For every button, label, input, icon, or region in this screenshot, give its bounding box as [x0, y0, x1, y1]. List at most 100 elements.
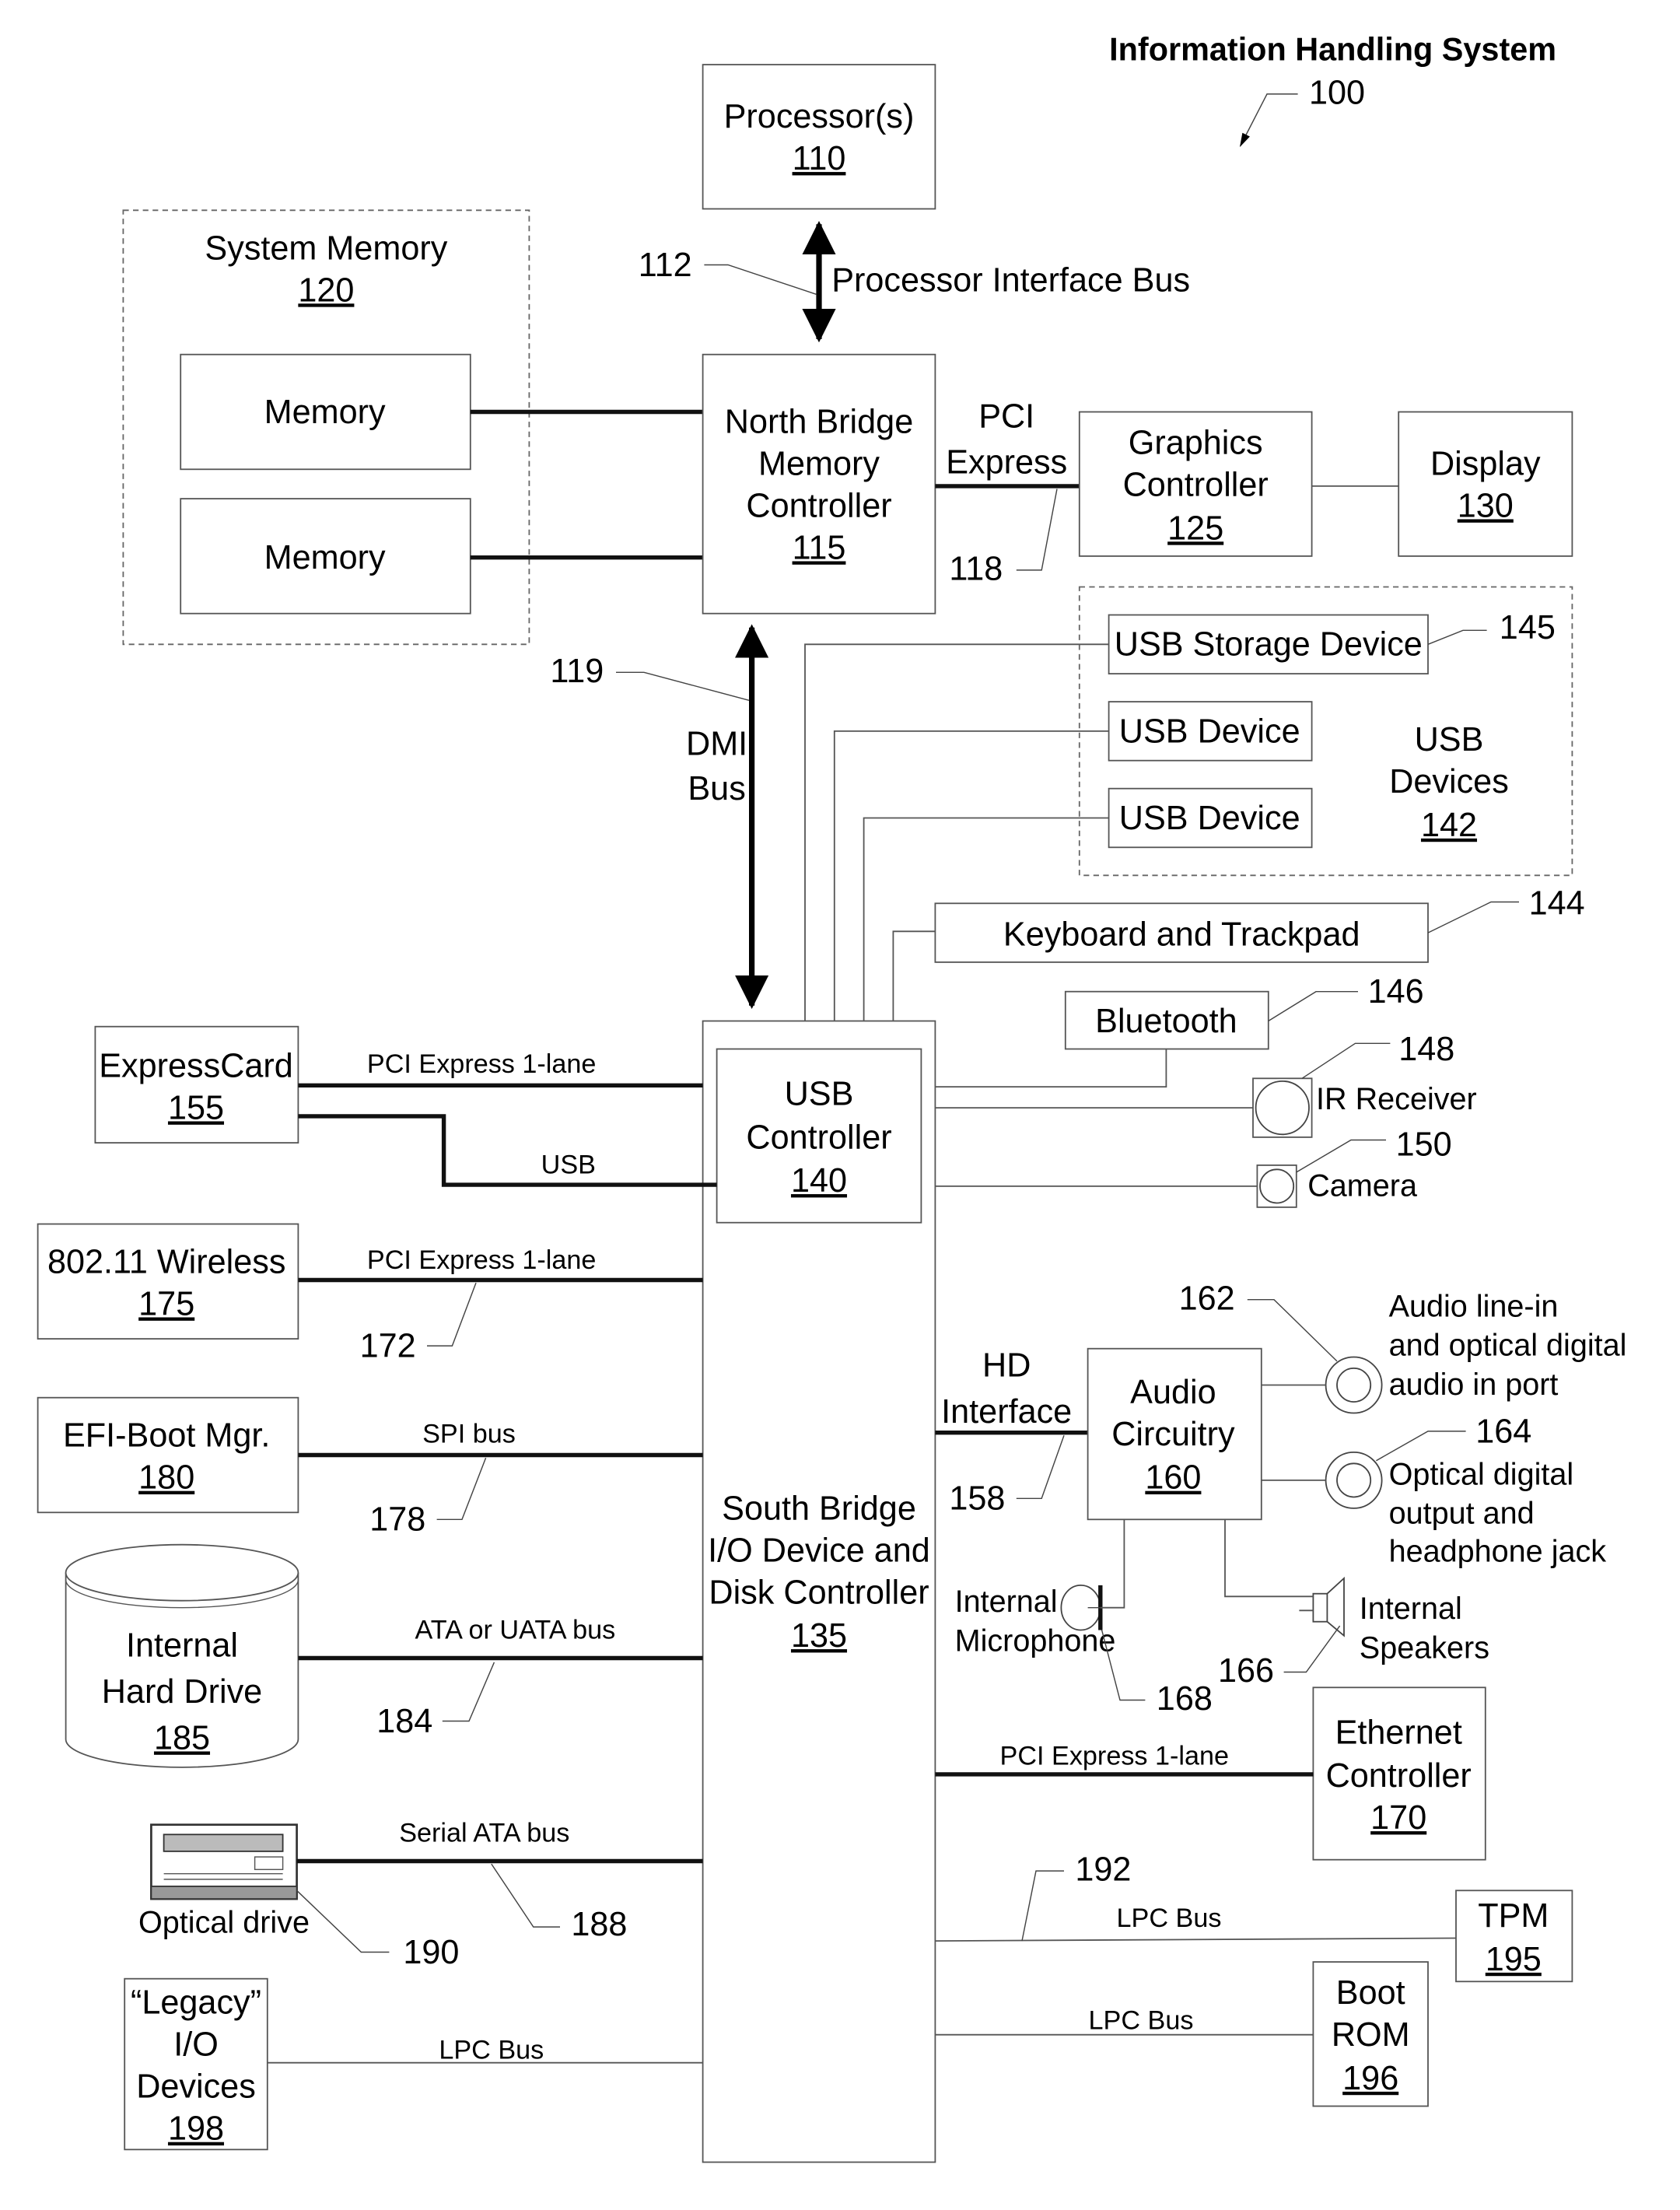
bluetooth-block[interactable]: Bluetooth: [1064, 990, 1269, 1050]
camera[interactable]: Camera: [1256, 1165, 1418, 1208]
bluetooth-label: Bluetooth: [1095, 1003, 1237, 1040]
ref-166-leader: [1283, 1625, 1341, 1673]
audio-in-line-1: Audio line-in: [1389, 1289, 1559, 1323]
expresscard-label: ExpressCard: [99, 1048, 293, 1085]
legacy-ref: 198: [168, 2110, 224, 2148]
ata-bus-label: ATA or UATA bus: [415, 1615, 616, 1644]
ref-118-leader: [1016, 489, 1058, 571]
audio-in-line-3: audio in port: [1389, 1368, 1559, 1402]
ethernet-line-2: Controller: [1326, 1757, 1472, 1795]
graphics-controller-block[interactable]: Graphics Controller 125: [1078, 411, 1313, 557]
ethernet-controller-block[interactable]: Ethernet Controller 170: [1312, 1686, 1486, 1861]
boot-rom-line-1: Boot: [1336, 1974, 1405, 2012]
ref-148-leader: [1301, 1042, 1391, 1079]
system-memory-ref: 120: [298, 271, 354, 309]
boot-rom-ref: 196: [1342, 2060, 1398, 2097]
boot-rom-block[interactable]: Boot ROM 196: [1312, 1961, 1429, 2107]
ref-144: 144: [1529, 885, 1585, 923]
hard-drive-line-2: Hard Drive: [102, 1673, 262, 1711]
bluetooth-link: [921, 1049, 1167, 1087]
ref-146: 146: [1368, 973, 1424, 1010]
ref-190: 190: [403, 1934, 459, 1971]
legacy-line-3: Devices: [136, 2068, 256, 2106]
expresscard-block[interactable]: ExpressCard 155: [94, 1025, 299, 1144]
tpm-label: TPM: [1478, 1897, 1549, 1935]
graphics-ref: 125: [1167, 510, 1223, 547]
legacy-line-1: “Legacy”: [131, 1984, 261, 2022]
usb-devices-ref: 142: [1421, 807, 1477, 844]
legacy-io-block[interactable]: “Legacy” I/O Devices 198: [124, 1977, 268, 2151]
audio-line-in-port[interactable]: [1325, 1356, 1383, 1414]
ref-144-leader: [1427, 901, 1519, 933]
usb-storage-link: [804, 643, 1109, 1049]
audio-out-line-1: Optical digital: [1389, 1457, 1574, 1491]
audio-out-line-2: output and: [1389, 1497, 1535, 1531]
expresscard-pcie-label: PCI Express 1-lane: [367, 1049, 597, 1079]
lpc-rom-label: LPC Bus: [1089, 2006, 1194, 2036]
usb-storage-device[interactable]: USB Storage Device: [1108, 614, 1429, 674]
optical-output-headphone-jack[interactable]: [1325, 1452, 1383, 1509]
usb-controller-line-2: Controller: [746, 1119, 891, 1156]
ir-receiver-label: IR Receiver: [1316, 1082, 1477, 1116]
ethernet-pcie-label: PCI Express 1-lane: [1000, 1741, 1230, 1770]
usb-controller-block[interactable]: USB Controller 140: [716, 1048, 922, 1224]
ref-192: 192: [1075, 1851, 1131, 1889]
audio-in-line-2: and optical digital: [1389, 1329, 1627, 1363]
keyboard-trackpad-block[interactable]: Keyboard and Trackpad: [934, 902, 1429, 963]
pci-express-label-2: Express: [946, 444, 1067, 482]
wireless-label: 802.11 Wireless: [47, 1244, 285, 1281]
microphone-line-1: Internal: [955, 1585, 1058, 1619]
usb-controller-line-1: USB: [785, 1076, 854, 1113]
keyboard-label: Keyboard and Trackpad: [1003, 916, 1360, 953]
system-memory-label: System Memory: [205, 229, 447, 267]
boot-rom-line-2: ROM: [1332, 2016, 1410, 2054]
memory-2-label: Memory: [264, 539, 386, 576]
optical-drive[interactable]: Optical drive: [138, 1823, 310, 1940]
processor-ref: 110: [793, 140, 846, 177]
ref-190-leader: [296, 1890, 390, 1953]
north-bridge-line-1: North Bridge: [725, 404, 913, 441]
ref-119-leader: [616, 671, 750, 701]
tpm-ref: 195: [1486, 1941, 1542, 1978]
memory-1-label: Memory: [264, 394, 386, 431]
memory-module-2[interactable]: Memory: [180, 498, 471, 615]
graphics-line-1: Graphics: [1129, 425, 1263, 462]
lpc-tpm-label: LPC Bus: [1117, 1904, 1222, 1933]
south-bridge-line-2: I/O Device and: [708, 1532, 930, 1569]
ref-148: 148: [1398, 1031, 1454, 1068]
north-bridge-ref: 115: [793, 530, 846, 567]
memory-module-1[interactable]: Memory: [180, 353, 471, 471]
pci-express-label-1: PCI: [978, 398, 1034, 435]
ref-158: 158: [949, 1480, 1005, 1518]
efi-ref: 180: [138, 1459, 194, 1497]
ref-172: 172: [360, 1328, 416, 1365]
north-bridge-block[interactable]: North Bridge Memory Controller 115: [702, 353, 936, 615]
processor-label: Processor(s): [724, 98, 915, 135]
ref-184-leader: [442, 1662, 495, 1722]
ref-158-leader: [1016, 1435, 1065, 1500]
south-bridge-line-1: South Bridge: [722, 1490, 916, 1527]
usb-device-2-label: USB Device: [1119, 800, 1300, 837]
usb-storage-label: USB Storage Device: [1115, 626, 1423, 664]
ethernet-line-1: Ethernet: [1335, 1714, 1462, 1751]
tpm-block[interactable]: TPM 195: [1455, 1890, 1573, 1983]
audio-circuitry-block[interactable]: Audio Circuitry 160: [1087, 1347, 1262, 1521]
north-bridge-line-2: Memory: [758, 446, 880, 483]
usb-device-1-label: USB Device: [1119, 713, 1300, 750]
ref-100-arrow: [1239, 93, 1298, 148]
usb-device-1[interactable]: USB Device: [1108, 701, 1313, 762]
display-label: Display: [1430, 446, 1541, 483]
display-block[interactable]: Display 130: [1398, 411, 1573, 557]
hard-drive-block[interactable]: Internal Hard Drive 185: [65, 1543, 299, 1768]
hd-interface-label-1: HD: [982, 1347, 1031, 1385]
efi-boot-manager-block[interactable]: EFI-Boot Mgr. 180: [37, 1396, 299, 1514]
ref-112-leader: [704, 264, 817, 295]
ref-145-leader: [1427, 629, 1487, 645]
dmi-label-1: DMI: [686, 726, 747, 763]
processor-block[interactable]: Processor(s) 110: [702, 64, 936, 210]
speakers-line-2: Speakers: [1360, 1631, 1489, 1665]
wireless-block[interactable]: 802.11 Wireless 175: [37, 1223, 299, 1340]
optical-drive-label: Optical drive: [138, 1905, 310, 1939]
usb-device-2[interactable]: USB Device: [1108, 787, 1313, 849]
ref-164: 164: [1475, 1413, 1531, 1450]
